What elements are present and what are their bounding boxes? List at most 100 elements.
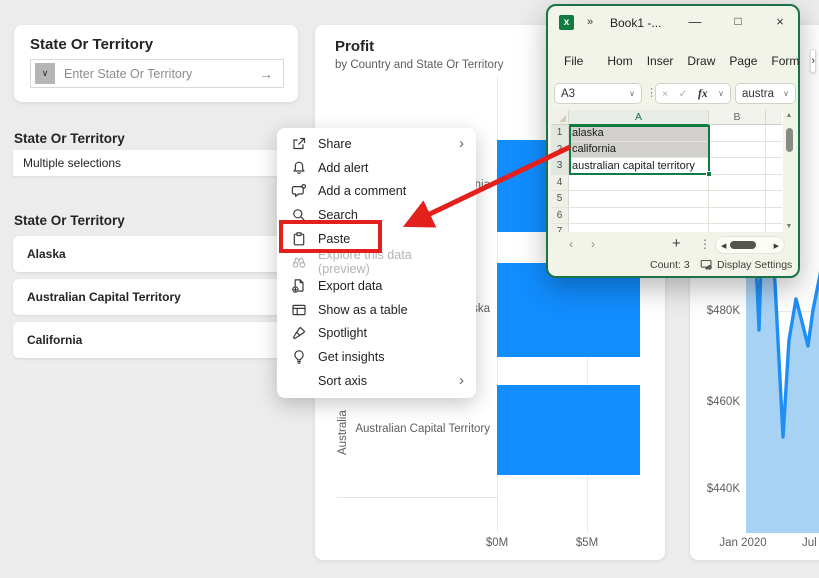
chevron-down-icon[interactable]: ∨ [629, 89, 635, 98]
select-all-corner[interactable] [551, 110, 569, 125]
row-header[interactable]: 4 [551, 175, 569, 192]
menu-item-add-alert[interactable]: Add alert [277, 156, 476, 180]
cell-c1[interactable] [766, 125, 782, 142]
cell-b5[interactable] [709, 191, 766, 208]
cell-c6[interactable] [766, 208, 782, 225]
row-header[interactable]: 3 [551, 158, 569, 175]
table-row[interactable]: 2 california [551, 142, 795, 159]
row-header[interactable]: 7 [551, 224, 569, 232]
table-row[interactable]: 6 [551, 208, 795, 225]
row-header[interactable]: 5 [551, 191, 569, 208]
double-chevron-icon[interactable]: » [587, 16, 593, 28]
more-icon[interactable]: ⋮ [699, 237, 711, 251]
tab-formulas[interactable]: Form [764, 54, 806, 68]
cell-b6[interactable] [709, 208, 766, 225]
cell-a2[interactable]: california [569, 142, 709, 159]
chevron-down-icon[interactable]: ∨ [718, 89, 724, 98]
cell-a6[interactable] [569, 208, 709, 225]
tab-insert[interactable]: Inser [640, 54, 681, 68]
cell-b4[interactable] [709, 175, 766, 192]
menu-item-add-comment[interactable]: Add a comment [277, 179, 476, 203]
table-row[interactable]: 1 alaska [551, 125, 795, 142]
row-header[interactable]: 2 [551, 142, 569, 159]
cell-preview-box[interactable]: austra ∨ [735, 83, 796, 104]
horizontal-scrollbar[interactable]: ◀ ▶ [715, 236, 785, 254]
row-header[interactable]: 6 [551, 208, 569, 225]
scroll-down-icon[interactable]: ▼ [783, 223, 795, 230]
table-row[interactable]: 3 australian capital territory [551, 158, 795, 175]
scroll-left-icon[interactable]: ◀ [721, 242, 726, 250]
cell-b1[interactable] [709, 125, 766, 142]
cell-a4[interactable] [569, 175, 709, 192]
table-icon [291, 302, 307, 318]
table-row[interactable]: 7 [551, 224, 795, 232]
context-menu: Share › Add alert Add a comment Search P… [277, 128, 476, 398]
name-box[interactable]: A3 ∨ [554, 83, 642, 104]
cell-a1[interactable]: alaska [569, 125, 709, 142]
scroll-right-icon[interactable]: ▶ [774, 242, 779, 250]
chevron-down-icon[interactable]: ∨ [783, 89, 789, 98]
name-box-value: A3 [561, 88, 575, 100]
vertical-scrollbar[interactable]: ▲ ▼ [783, 110, 795, 232]
prev-sheet-button[interactable]: ‹ [569, 237, 573, 251]
cell-preview-value: austra [742, 88, 774, 100]
add-sheet-button[interactable]: + [672, 235, 681, 252]
table-row[interactable]: 5 [551, 191, 795, 208]
cell-c3[interactable] [766, 158, 782, 175]
enter-icon[interactable]: ✓ [679, 88, 688, 100]
scroll-up-icon[interactable]: ▲ [783, 112, 795, 119]
dropdown-slicer-value[interactable]: Multiple selections [13, 150, 298, 176]
tab-page-layout[interactable]: Page [722, 54, 764, 68]
cell-c7[interactable] [766, 224, 782, 232]
list-item[interactable]: Australian Capital Territory [13, 279, 298, 315]
column-headers: A B [551, 110, 795, 125]
tab-draw[interactable]: Draw [680, 54, 722, 68]
cell-b7[interactable] [709, 224, 766, 232]
cell-a5[interactable] [569, 191, 709, 208]
cell-a3[interactable]: australian capital territory [569, 158, 709, 175]
chevron-down-icon[interactable]: ∨ [35, 63, 55, 84]
qna-search-box[interactable]: ∨ Enter State Or Territory → [30, 59, 284, 88]
menu-item-spotlight[interactable]: Spotlight [277, 322, 476, 346]
column-header-a[interactable]: A [569, 110, 709, 125]
display-settings-button[interactable]: Display Settings [700, 258, 792, 271]
maximize-button[interactable]: □ [729, 14, 747, 28]
menu-item-sort-axis[interactable]: Sort axis › [277, 369, 476, 393]
table-row[interactable]: 4 [551, 175, 795, 192]
axis-divider [337, 497, 498, 498]
cell-c4[interactable] [766, 175, 782, 192]
cell-b3[interactable] [709, 158, 766, 175]
list-item[interactable]: Alaska [13, 236, 298, 272]
scrollbar-thumb[interactable] [730, 241, 756, 249]
tab-home[interactable]: Hom [600, 54, 639, 68]
fx-icon[interactable]: fx [698, 88, 708, 100]
menu-item-label: Share [318, 137, 352, 151]
cell-c2[interactable] [766, 142, 782, 159]
menu-item-label: Get insights [318, 350, 385, 364]
formula-bar: A3 ∨ ⋮ × ✓ fx ∨ austra ∨ [548, 83, 798, 105]
y-axis-tick: $440K [696, 483, 740, 495]
cell-b2[interactable] [709, 142, 766, 159]
menu-item-get-insights[interactable]: Get insights [277, 345, 476, 369]
menu-item-share[interactable]: Share › [277, 132, 476, 156]
cell-a7[interactable] [569, 224, 709, 232]
x-axis-tick: $0M [477, 537, 517, 549]
cell-c5[interactable] [766, 191, 782, 208]
close-button[interactable]: × [771, 14, 789, 29]
bar-australian-capital-territory[interactable] [497, 385, 640, 475]
menu-item-export-data[interactable]: Export data [277, 274, 476, 298]
scrollbar-thumb[interactable] [786, 128, 793, 152]
arrow-right-icon[interactable]: → [259, 66, 273, 82]
list-item[interactable]: California [13, 322, 298, 358]
column-header-b[interactable]: B [709, 110, 766, 125]
more-tabs-button[interactable]: › [810, 49, 816, 73]
tab-file[interactable]: File [557, 54, 590, 68]
cancel-icon[interactable]: × [662, 88, 668, 100]
minimize-button[interactable]: — [686, 14, 704, 29]
next-sheet-button[interactable]: › [591, 237, 595, 251]
menu-item-show-as-table[interactable]: Show as a table [277, 298, 476, 322]
column-header-partial[interactable] [766, 110, 782, 125]
excel-logo-icon: x [559, 15, 574, 30]
chevron-right-icon: › [459, 373, 464, 388]
row-header[interactable]: 1 [551, 125, 569, 142]
